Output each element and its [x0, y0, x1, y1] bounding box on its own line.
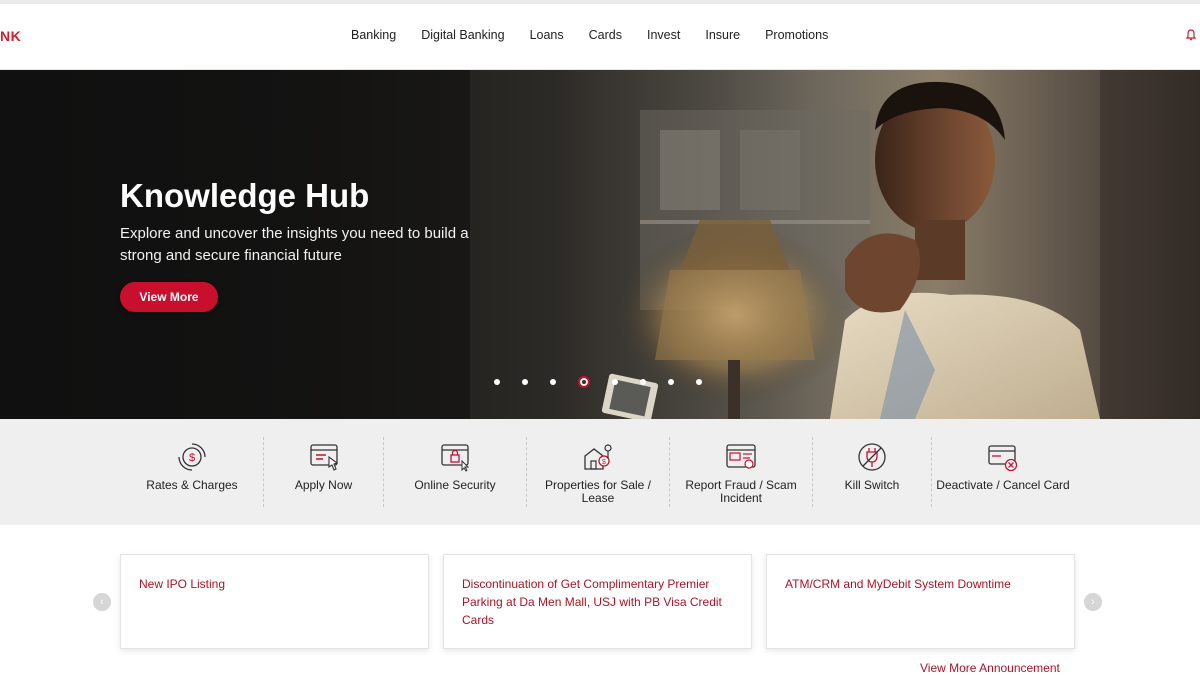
nav-item-insure[interactable]: Insure	[705, 28, 740, 42]
announcement-prev-button[interactable]: ‹	[93, 593, 111, 611]
carousel-dots	[494, 376, 724, 388]
announcement-title[interactable]: ATM/CRM and MyDebit System Downtime	[785, 575, 1060, 593]
nav-item-promotions[interactable]: Promotions	[765, 28, 828, 42]
quick-link-label: Rates & Charges	[146, 478, 238, 492]
nav-item-cards[interactable]: Cards	[589, 28, 622, 42]
logo[interactable]: NK	[0, 28, 21, 44]
nav-item-banking[interactable]: Banking	[351, 28, 396, 42]
announcement-card[interactable]: New IPO Listing	[120, 554, 429, 649]
carousel-dot-1[interactable]	[494, 379, 500, 385]
quick-link-label: Report Fraud / Scam Incident	[685, 478, 797, 505]
hero-banner: Knowledge Hub Explore and uncover the in…	[0, 70, 1200, 419]
quick-link-label: Online Security	[414, 478, 496, 492]
announcement-next-button[interactable]: ›	[1084, 593, 1102, 611]
fraud-icon	[726, 444, 756, 469]
view-more-button[interactable]: View More	[120, 282, 218, 312]
carousel-dot-7[interactable]	[668, 379, 674, 385]
announcement-card[interactable]: ATM/CRM and MyDebit System Downtime	[766, 554, 1075, 649]
quick-link-label: Deactivate / Cancel Card	[936, 478, 1070, 492]
nav-item-digital-banking[interactable]: Digital Banking	[421, 28, 504, 42]
carousel-dot-3[interactable]	[550, 379, 556, 385]
announcement-title[interactable]: Discontinuation of Get Complimentary Pre…	[462, 575, 737, 629]
quick-link-label: Apply Now	[294, 478, 353, 492]
quick-link-label: Kill Switch	[844, 478, 900, 492]
carousel-dot-6[interactable]	[640, 379, 646, 385]
hero-subtitle: Explore and uncover the insights you nee…	[120, 225, 469, 264]
quick-link-rates-charges[interactable]: $ Rates & Charges	[121, 419, 263, 525]
quick-link-label: Properties for Sale / Lease	[544, 478, 652, 505]
carousel-dot-8[interactable]	[696, 379, 702, 385]
apply-icon	[309, 444, 338, 471]
nav-item-invest[interactable]: Invest	[647, 28, 680, 42]
main-nav: Banking Digital Banking Loans Cards Inve…	[351, 28, 853, 42]
svg-text:$: $	[189, 452, 195, 464]
carousel-dot-4-active[interactable]	[578, 376, 590, 388]
quick-link-online-security[interactable]: Online Security	[384, 419, 526, 525]
nav-item-loans[interactable]: Loans	[530, 28, 564, 42]
quick-link-properties[interactable]: $ Properties for Sale / Lease	[527, 419, 669, 525]
quick-link-report-fraud[interactable]: Report Fraud / Scam Incident	[670, 419, 812, 525]
hero-title: Knowledge Hub	[120, 177, 370, 214]
rates-icon: $	[178, 443, 206, 471]
carousel-dot-5[interactable]	[612, 379, 618, 385]
svg-text:$: $	[602, 459, 606, 466]
quick-links-bar: $ Rates & Charges Apply Now Online Secur…	[0, 419, 1200, 525]
announcement-card[interactable]: Discontinuation of Get Complimentary Pre…	[443, 554, 752, 649]
property-icon: $	[584, 444, 612, 470]
kill-switch-icon	[858, 443, 886, 471]
quick-link-deactivate-card[interactable]: Deactivate / Cancel Card	[932, 419, 1074, 525]
quick-link-kill-switch[interactable]: Kill Switch	[813, 419, 931, 525]
bell-icon[interactable]	[1186, 29, 1196, 41]
site-header: NK Banking Digital Banking Loans Cards I…	[0, 4, 1200, 70]
view-more-announcement-link[interactable]: View More Announcement	[920, 661, 1060, 675]
card-cancel-icon	[988, 445, 1018, 472]
carousel-dot-2[interactable]	[522, 379, 528, 385]
quick-link-apply-now[interactable]: Apply Now	[264, 419, 383, 525]
announcement-title[interactable]: New IPO Listing	[139, 575, 414, 593]
security-icon	[441, 444, 470, 472]
